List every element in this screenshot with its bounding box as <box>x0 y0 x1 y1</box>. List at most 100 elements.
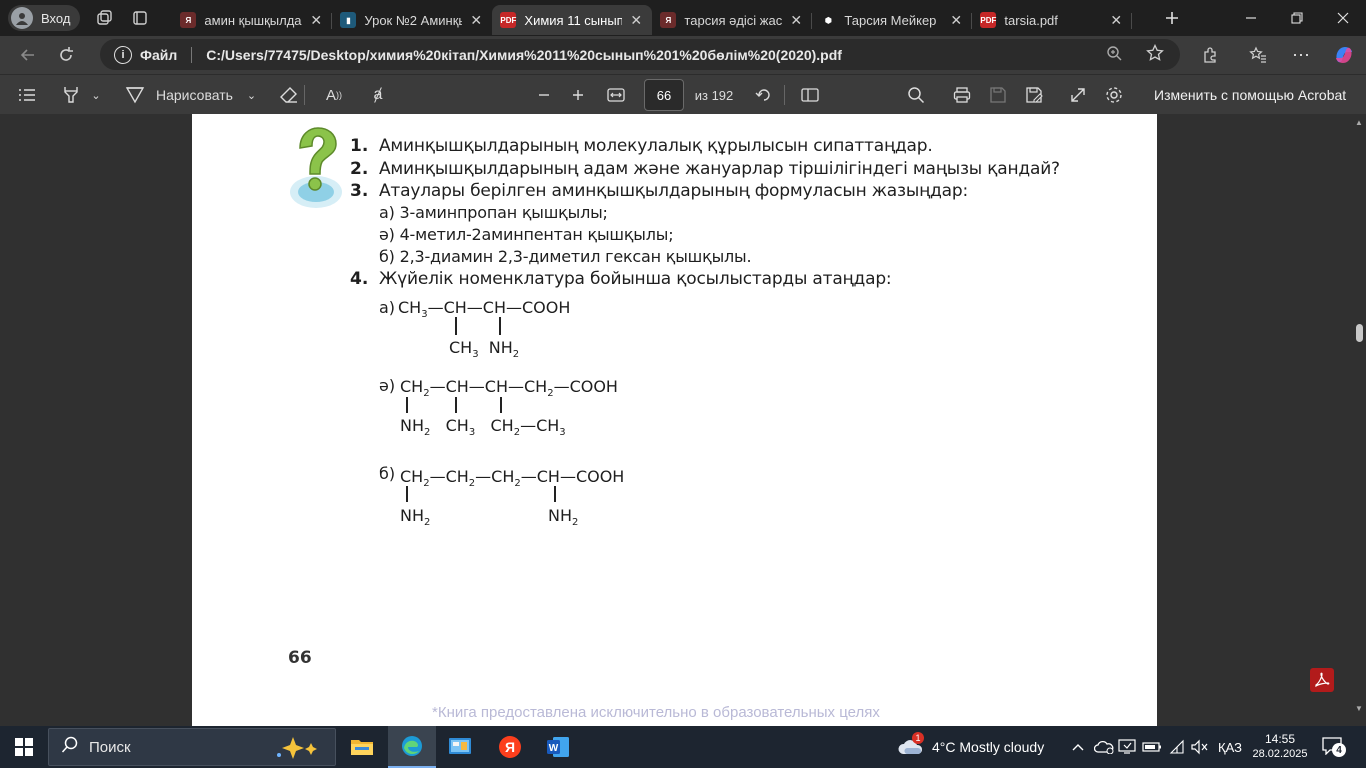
close-tab-icon[interactable]: ✕ <box>630 12 644 29</box>
restore-button[interactable] <box>1274 0 1320 36</box>
bond-line <box>455 397 457 413</box>
toolbar-divider <box>784 75 785 115</box>
tab-bar: Вход Яамин қышқылдары✕▮Урок №2 Аминқы✕PD… <box>0 0 1366 36</box>
control-panel-icon[interactable] <box>436 726 484 768</box>
scrollbar-thumb[interactable] <box>1356 324 1363 342</box>
pdf-icon: PDF <box>980 12 997 28</box>
battery-icon[interactable] <box>1142 726 1162 768</box>
taskbar: Поиск Я W 1 4°C Mostly cloudy ҚАЗ 14:55 … <box>0 726 1366 768</box>
favorites-icon[interactable] <box>1240 37 1276 73</box>
book-icon: ▮ <box>340 12 357 28</box>
browser-tab[interactable]: ▮ Урок №2 Аминқы ✕ <box>332 5 492 35</box>
extensions-icon[interactable] <box>1192 37 1228 73</box>
windows-update-icon[interactable] <box>1118 726 1136 768</box>
search-icon[interactable] <box>904 75 928 115</box>
read-aloud-icon[interactable]: A)) <box>320 75 348 115</box>
close-tab-icon[interactable]: ✕ <box>950 12 964 29</box>
question-4-text: Жүйелік номенклатура бойынша қосылыстард… <box>379 269 892 289</box>
formula-c-main: CH2—CH2—CH2—CH—COOH <box>400 467 625 490</box>
tab-actions-icon[interactable] <box>122 0 158 36</box>
browser-tab[interactable]: Ятарсия әдісі жасау ✕ <box>652 5 813 35</box>
browser-tab[interactable]: ⬢ Тарсия Мейкер ✕ <box>812 5 973 35</box>
new-tab-button[interactable] <box>1154 0 1190 36</box>
save-icon[interactable] <box>986 75 1010 115</box>
notification-count: 4 <box>1332 743 1346 757</box>
weather-badge: 1 <box>912 732 924 744</box>
eraser-icon[interactable] <box>276 75 302 115</box>
back-button[interactable] <box>10 37 46 73</box>
close-tab-icon[interactable]: ✕ <box>790 12 804 29</box>
page-view-icon[interactable] <box>798 75 822 115</box>
info-icon[interactable]: i <box>114 45 132 64</box>
scroll-up-icon[interactable]: ▲ <box>1355 118 1363 127</box>
workspaces-icon[interactable] <box>86 0 122 36</box>
yandex-browser-icon[interactable]: Я <box>486 726 534 768</box>
fit-page-icon[interactable] <box>604 75 628 115</box>
settings-icon[interactable] <box>1102 75 1126 115</box>
close-tab-icon[interactable]: ✕ <box>310 12 324 29</box>
question-4-number: 4. <box>350 269 369 289</box>
notifications-icon[interactable]: 4 <box>1322 726 1346 768</box>
taskbar-search[interactable]: Поиск <box>48 728 336 766</box>
bond-line <box>500 397 502 413</box>
pdf-toolbar: ⌄ Нарисовать ⌄ A)) ⱥ 66 из 192 Изменить … <box>0 74 1366 114</box>
clock-time: 14:55 <box>1264 732 1296 746</box>
print-icon[interactable] <box>950 75 974 115</box>
url-field[interactable]: i Файл C:/Users/77475/Desktop/химия%20кі… <box>100 39 1180 70</box>
contents-icon[interactable] <box>14 75 40 115</box>
url-divider <box>191 46 193 63</box>
bond-line <box>406 486 408 502</box>
browser-tab[interactable]: Яамин қышқылдары ✕ <box>172 5 333 35</box>
weather-widget[interactable]: 1 4°C Mostly cloudy <box>898 726 1044 768</box>
translate-icon[interactable]: ⱥ <box>364 75 392 115</box>
scroll-down-icon[interactable]: ▼ <box>1355 704 1363 713</box>
volume-muted-icon[interactable] <box>1190 726 1210 768</box>
zoom-icon[interactable] <box>1106 45 1122 64</box>
language-indicator[interactable]: ҚАЗ <box>1218 726 1242 768</box>
browser-tab[interactable]: PDF tarsia.pdf ✕ <box>972 5 1133 35</box>
question-2-number: 2. <box>350 159 369 179</box>
clock[interactable]: 14:55 28.02.2025 <box>1252 726 1308 768</box>
wifi-icon[interactable] <box>1168 726 1186 768</box>
close-tab-icon[interactable]: ✕ <box>1110 12 1124 29</box>
start-button[interactable] <box>0 726 48 768</box>
draw-label: Нарисовать <box>156 87 233 103</box>
word-icon[interactable]: W <box>534 726 582 768</box>
question-3-number: 3. <box>350 181 369 201</box>
save-as-icon[interactable] <box>1022 75 1046 115</box>
onedrive-icon[interactable] <box>1094 726 1114 768</box>
browser-tab[interactable]: PDF Химия 11 сынып 1 ✕ <box>492 5 653 35</box>
expand-icon[interactable] <box>1066 75 1090 115</box>
zoom-out-button[interactable] <box>532 75 556 115</box>
page-number-input[interactable]: 66 <box>644 79 684 111</box>
scrollbar[interactable]: ▲ ▼ <box>1352 114 1366 726</box>
favorite-star-icon[interactable] <box>1146 43 1164 65</box>
highlight-button[interactable]: ⌄ <box>56 75 106 115</box>
edit-with-acrobat-button[interactable]: Изменить с помощью Acrobat <box>1154 75 1350 115</box>
more-menu-icon[interactable]: ⋯ <box>1283 37 1319 73</box>
yandex-icon: Я <box>180 12 197 28</box>
show-hidden-icons[interactable] <box>1072 726 1084 768</box>
edge-icon[interactable] <box>388 726 436 768</box>
bond-line <box>554 486 556 502</box>
zoom-in-button[interactable] <box>566 75 590 115</box>
question-3a-text: а) 3-аминпропан қышқылы; <box>379 203 608 222</box>
tab-label: Тарсия Мейкер <box>844 12 937 28</box>
close-window-button[interactable] <box>1320 0 1366 36</box>
copilot-icon[interactable] <box>1326 37 1362 73</box>
tab-label: тарсия әдісі жасау <box>684 12 783 28</box>
file-explorer-icon[interactable] <box>338 726 386 768</box>
rotate-icon[interactable] <box>752 75 776 115</box>
draw-button[interactable]: Нарисовать ⌄ <box>124 75 264 115</box>
tab-label: Урок №2 Аминқы <box>364 12 463 28</box>
weather-text: 4°C Mostly cloudy <box>932 739 1045 755</box>
bond-line <box>499 317 501 335</box>
question-1-text: Аминқышқылдарының молекулалық құрылысын … <box>379 136 933 156</box>
close-tab-icon[interactable]: ✕ <box>470 12 484 29</box>
profile-button[interactable]: Вход <box>8 5 81 31</box>
acrobat-icon[interactable] <box>1310 668 1334 692</box>
minimize-button[interactable] <box>1228 0 1274 36</box>
address-bar: i Файл C:/Users/77475/Desktop/химия%20кі… <box>0 36 1366 74</box>
svg-text:Я: Я <box>505 739 515 755</box>
refresh-button[interactable] <box>48 37 84 73</box>
